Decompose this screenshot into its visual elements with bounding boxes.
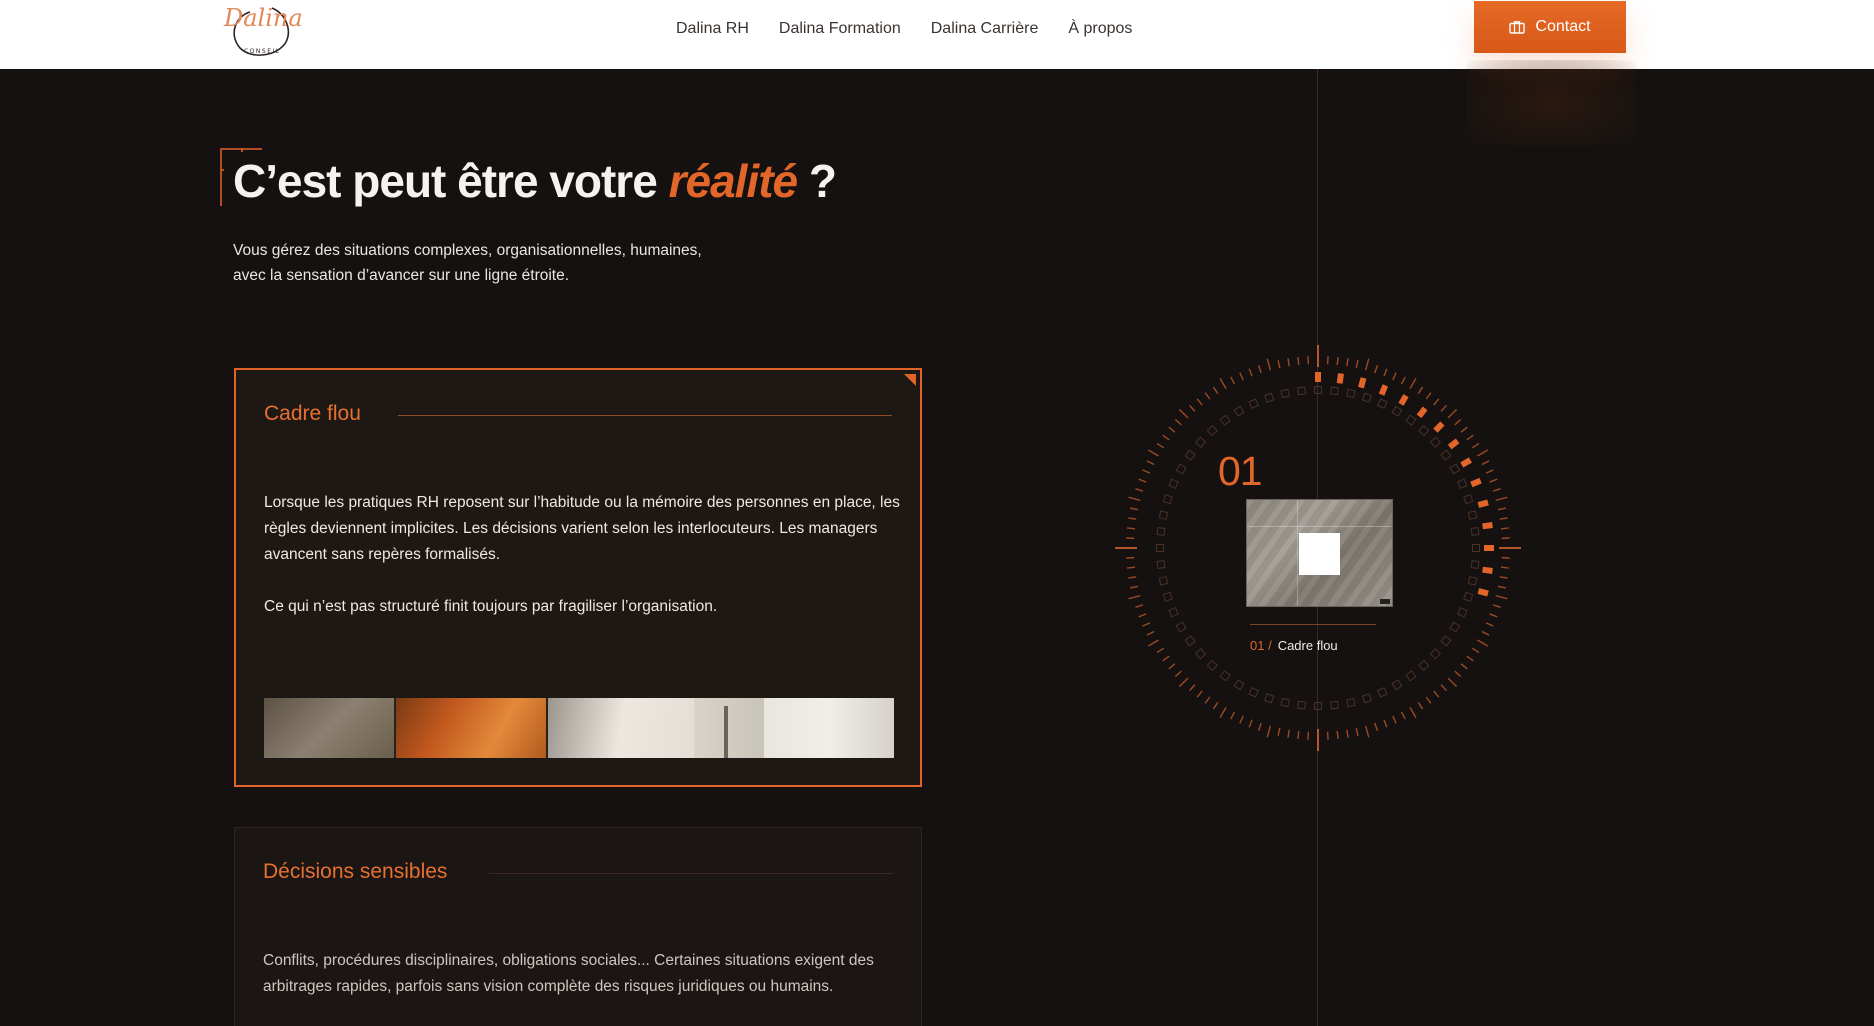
hero-subtitle-line-2: avec la sensation d’avancer sur une lign… [233,267,570,284]
dial-label-name: Cadre flou [1277,638,1338,653]
card-cadre-flou[interactable]: Cadre flou Lorsque les pratiques RH repo… [234,368,922,787]
card-paragraph-1: Lorsque les pratiques RH reposent sur l’… [264,494,900,563]
dial-label-index: 01 / [1250,638,1272,653]
strip-image-5 [764,698,894,758]
dial-rule [1250,624,1376,625]
strip-image-1 [264,698,394,758]
strip-image-4 [694,698,764,758]
hero-title-accent: réalité [668,155,799,207]
nav-dalina-carriere[interactable]: Dalina Carrière [916,18,1054,40]
strip-image-2 [396,698,546,758]
logo-subtext: CONSEIL [244,48,281,55]
card-body: Lorsque les pratiques RH reposent sur l’… [264,490,904,620]
main-nav: Dalina RH Dalina Formation Dalina Carriè… [676,18,1147,40]
card-decisions-sensibles[interactable]: Décisions sensibles Conflits, procédures… [234,827,922,1026]
dial-number: 01 [1218,448,1263,494]
card-corner-icon [904,374,916,386]
dial-label: 01 / Cadre flou [1250,638,1338,653]
card-body: Conflits, procédures disciplinaires, obl… [263,948,903,1000]
dial-thumbnail [1246,499,1393,607]
contact-button[interactable]: Contact [1474,1,1626,53]
dalina-logo[interactable]: Dalina CONSEIL [216,0,306,62]
hero-subtitle-line-1: Vous gérez des situations complexes, org… [233,242,702,259]
strip-image-3 [548,698,694,758]
contact-glow [1466,60,1636,146]
card-title: Décisions sensibles [263,860,448,883]
nav-dalina-rh[interactable]: Dalina RH [676,18,764,40]
site-header: Dalina CONSEIL Dalina RH Dalina Formatio… [0,0,1874,69]
nav-dalina-formation[interactable]: Dalina Formation [764,18,916,40]
contact-label: Contact [1535,18,1591,35]
card-image-strip [264,698,894,758]
card-paragraph-2: Ce qui n’est pas structuré finit toujour… [264,598,718,615]
card-title-rule [489,873,893,874]
hero-title: C’est peut être votre réalité ? [233,154,837,208]
card-title: Cadre flou [264,402,361,425]
nav-a-propos[interactable]: À propos [1053,18,1147,40]
card-paragraph-1: Conflits, procédures disciplinaires, obl… [263,952,874,995]
hero-subtitle: Vous gérez des situations complexes, org… [233,238,713,288]
logo-text: Dalina [223,4,303,32]
hero-title-end: ? [808,155,837,207]
briefcase-icon [1509,21,1526,34]
card-title-rule [398,415,892,416]
hero-title-main: C’est peut être votre [233,155,658,207]
